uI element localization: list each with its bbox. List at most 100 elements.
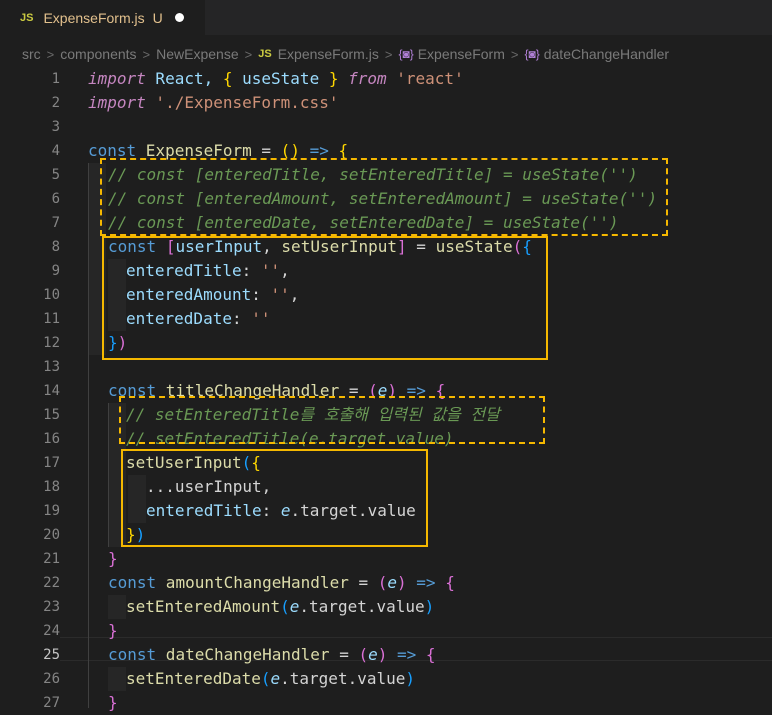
line-number[interactable]: 6 [0, 187, 60, 211]
token: } [108, 621, 118, 640]
line-number-active[interactable]: 25 [0, 643, 60, 667]
token: e [387, 573, 398, 592]
token: import [88, 69, 146, 88]
token: => [406, 573, 446, 592]
token: amountChangeHandler [156, 573, 349, 592]
line-number[interactable]: 17 [0, 451, 60, 475]
line-number[interactable]: 13 [0, 355, 60, 379]
token: { [222, 69, 233, 88]
token: import [88, 93, 146, 112]
code-line-23: setEnteredAmount(e.target.value) [126, 595, 434, 619]
highlight-box-commented-setter [119, 396, 545, 444]
line-number[interactable]: 3 [0, 115, 60, 139]
line-number[interactable]: 26 [0, 667, 60, 691]
breadcrumb-newexpense[interactable]: NewExpense [156, 46, 239, 62]
indent-shade [108, 667, 126, 691]
token: } [108, 549, 118, 568]
line-number[interactable]: 15 [0, 403, 60, 427]
token: ( [260, 669, 271, 688]
symbol-variable-icon: {◙} [524, 47, 540, 61]
line-number[interactable]: 27 [0, 691, 60, 715]
chevron-right-icon: > [46, 46, 55, 62]
chevron-right-icon: > [244, 46, 253, 62]
token: e [289, 597, 300, 616]
token: setEnteredDate [126, 669, 261, 688]
token: const [108, 573, 157, 592]
indent-guide [108, 403, 109, 547]
token: e [270, 669, 281, 688]
breadcrumb-components[interactable]: components [60, 46, 136, 62]
chevron-right-icon: > [384, 46, 393, 62]
token: useState [232, 69, 329, 88]
token: setEnteredAmount [126, 597, 281, 616]
token: = [348, 573, 378, 592]
code-line-22: const amountChangeHandler = (e) => { [108, 571, 455, 595]
line-number[interactable]: 23 [0, 595, 60, 619]
token: => [387, 645, 426, 664]
indent-shade [108, 595, 126, 619]
line-number[interactable]: 7 [0, 211, 60, 235]
token: ) [424, 597, 435, 616]
symbol-variable-icon: {◙} [398, 47, 414, 61]
code-line-25: const dateChangeHandler = (e) => { [108, 643, 436, 667]
code-line-26: setEnteredDate(e.target.value) [126, 667, 415, 691]
code-line-2: import './ExpenseForm.css' [88, 91, 338, 115]
line-number[interactable]: 21 [0, 547, 60, 571]
highlight-box-commented-states [100, 158, 668, 236]
token: 'react' [396, 69, 464, 88]
line-number[interactable]: 8 [0, 235, 60, 259]
editor-tab-bar: JS ExpenseForm.js U [0, 0, 772, 36]
line-number[interactable]: 22 [0, 571, 60, 595]
line-number[interactable]: 2 [0, 91, 60, 115]
line-number[interactable]: 24 [0, 619, 60, 643]
line-number[interactable]: 11 [0, 307, 60, 331]
breadcrumb-datechangehandler-symbol[interactable]: dateChangeHandler [544, 46, 669, 62]
js-file-icon: JS [258, 48, 272, 60]
code-line-27: } [108, 691, 118, 715]
code-line-1: import React, { useState } from 'react' [88, 67, 464, 91]
line-number[interactable]: 18 [0, 475, 60, 499]
unsaved-dot-icon[interactable] [174, 13, 184, 22]
token: ( [358, 645, 369, 664]
line-number[interactable]: 19 [0, 499, 60, 523]
code-line-21: } [108, 547, 118, 571]
line-number[interactable]: 10 [0, 283, 60, 307]
line-number[interactable]: 4 [0, 139, 60, 163]
line-number[interactable]: 20 [0, 523, 60, 547]
token: './ExpenseForm.css' [145, 93, 339, 112]
breadcrumb-expenseform-symbol[interactable]: ExpenseForm [418, 46, 505, 62]
highlight-box-setuserinput-call [121, 449, 428, 547]
token: e [368, 645, 378, 664]
breadcrumb-file[interactable]: ExpenseForm.js [278, 46, 379, 62]
code-line-24: } [108, 619, 118, 643]
line-number[interactable]: 16 [0, 427, 60, 451]
line-number[interactable]: 1 [0, 67, 60, 91]
token: const [108, 645, 157, 664]
token: ) [397, 573, 407, 592]
line-number[interactable]: 14 [0, 379, 60, 403]
token: dateChangeHandler [156, 645, 330, 664]
token: React, [145, 69, 223, 88]
indent-guide [88, 163, 89, 708]
line-number[interactable]: 12 [0, 331, 60, 355]
line-number[interactable]: 5 [0, 163, 60, 187]
token: { [425, 645, 436, 664]
token: = [329, 645, 359, 664]
line-number[interactable]: 9 [0, 259, 60, 283]
breadcrumb-src[interactable]: src [22, 46, 41, 62]
token: .target.value [280, 669, 406, 688]
git-status-badge: U [152, 9, 163, 26]
token: { [445, 573, 455, 592]
chevron-right-icon: > [142, 46, 151, 62]
token: ( [377, 573, 388, 592]
token: ( [280, 597, 290, 616]
breadcrumb: src > components > NewExpense > JS Expen… [0, 42, 772, 66]
tab-expenseform-js[interactable]: JS ExpenseForm.js U [0, 0, 205, 36]
highlight-box-userinput-state [102, 236, 548, 360]
chevron-right-icon: > [510, 46, 519, 62]
token: ) [405, 669, 416, 688]
token: from [338, 69, 397, 88]
token: } [108, 693, 118, 712]
tab-filename: ExpenseForm.js [43, 9, 145, 26]
token: ) [377, 645, 388, 664]
